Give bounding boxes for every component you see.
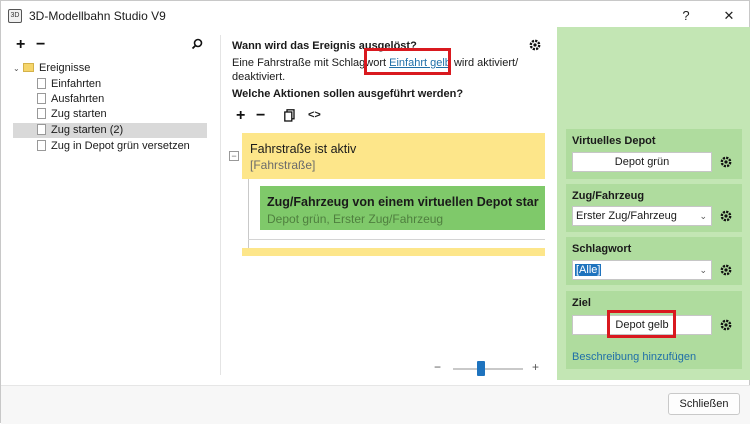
trigger-subtitle: [Fahrstraße] <box>250 158 316 172</box>
zoom-control: − + <box>434 360 544 376</box>
close-button[interactable]: Schließen <box>668 393 740 415</box>
trigger-title: Fahrstraße ist aktiv <box>250 142 357 156</box>
add-event-button[interactable]: + <box>16 37 25 53</box>
actions-toolbar: + − <> <box>234 107 354 125</box>
gear-icon[interactable] <box>528 38 542 55</box>
action-card[interactable]: Zug/Fahrzeug von einem virtuellen Depot … <box>260 186 545 230</box>
tree-item-ausfahrten[interactable]: Ausfahrten <box>37 92 207 107</box>
document-icon <box>37 140 46 151</box>
chevron-down-icon[interactable]: ⌄ <box>699 207 707 225</box>
vehicle-gear-icon[interactable] <box>719 209 733 223</box>
tree-item-zug-starten[interactable]: Zug starten <box>37 107 207 122</box>
collapse-toggle[interactable]: − <box>229 151 239 161</box>
divider <box>248 239 545 240</box>
document-icon <box>37 108 46 119</box>
sidebar-toolbar: + − <box>11 35 211 57</box>
tree-root-ereignisse[interactable]: ⌄ Ereignisse <box>13 61 90 76</box>
trigger-card[interactable]: Fahrstraße ist aktiv [Fahrstraße] <box>242 133 545 179</box>
chevron-down-icon[interactable]: ⌄ <box>699 261 707 279</box>
depot-gear-icon[interactable] <box>719 155 733 169</box>
document-icon <box>37 78 46 89</box>
target-section: Ziel Depot gelb Beschreibung hinzufügen <box>566 291 742 369</box>
add-description-link[interactable]: Beschreibung hinzufügen <box>572 351 696 363</box>
highlight-marker <box>607 310 676 338</box>
action-subtitle: Depot grün, Erster Zug/Fahrzeug <box>267 212 444 226</box>
tree-item-zug-starten-2[interactable]: Zug starten (2) <box>13 123 207 138</box>
depot-section: Virtuelles Depot Depot grün <box>566 129 742 179</box>
search-icon[interactable] <box>191 38 203 53</box>
sidebar-divider <box>220 35 221 375</box>
tree-item-einfahrten[interactable]: Einfahrten <box>37 77 207 92</box>
tag-section: Schlagwort [Alle] ⌄ <box>566 237 742 285</box>
properties-panel: Virtuelles Depot Depot grün Zug/Fahrzeug… <box>557 27 750 380</box>
tree-item-zug-in-depot[interactable]: Zug in Depot grün versetzen <box>37 139 207 154</box>
zoom-out-button[interactable]: − <box>434 360 441 374</box>
zoom-thumb[interactable] <box>477 361 485 376</box>
target-title: Ziel <box>572 297 591 309</box>
document-icon <box>37 124 46 135</box>
trigger-card-footer <box>242 248 545 256</box>
tag-gear-icon[interactable] <box>719 263 733 277</box>
vehicle-title: Zug/Fahrzeug <box>572 190 645 202</box>
tag-title: Schlagwort <box>572 243 632 255</box>
close-window-button[interactable]: ✕ <box>714 5 744 27</box>
remove-action-button[interactable]: − <box>256 108 265 124</box>
zoom-in-button[interactable]: + <box>532 360 539 374</box>
vehicle-select[interactable]: Erster Zug/Fahrzeug ⌄ <box>572 206 712 226</box>
copy-icon[interactable] <box>284 109 295 125</box>
vehicle-section: Zug/Fahrzeug Erster Zug/Fahrzeug ⌄ <box>566 184 742 232</box>
folder-icon <box>23 63 34 72</box>
target-gear-icon[interactable] <box>719 318 733 332</box>
dialog-footer: Schließen <box>1 385 750 424</box>
document-icon <box>37 93 46 104</box>
tag-select[interactable]: [Alle] ⌄ <box>572 260 712 280</box>
add-action-button[interactable]: + <box>236 108 245 124</box>
depot-title: Virtuelles Depot <box>572 135 656 147</box>
window-title: 3D-Modellbahn Studio V9 <box>29 9 166 23</box>
remove-event-button[interactable]: − <box>36 37 45 53</box>
actions-heading: Welche Aktionen sollen ausgeführt werden… <box>232 88 464 100</box>
code-view-button[interactable]: <> <box>308 109 321 121</box>
event-sidebar: + − ⌄ Ereignisse Einfahrten Ausfahrten Zu… <box>11 35 211 375</box>
chevron-down-icon[interactable]: ⌄ <box>13 61 23 76</box>
action-title: Zug/Fahrzeug von einem virtuellen Depot … <box>267 195 539 209</box>
event-editor: Wann wird das Ereignis ausgelöst? Eine F… <box>228 35 548 380</box>
help-button[interactable]: ? <box>671 5 701 27</box>
depot-button[interactable]: Depot grün <box>572 152 712 172</box>
app-icon: 3D <box>8 9 22 23</box>
dialog-window: 3D 3D-Modellbahn Studio V9 ? ✕ + − ⌄ Erei… <box>0 0 750 424</box>
highlight-marker <box>364 48 451 75</box>
zoom-track[interactable] <box>453 368 523 370</box>
